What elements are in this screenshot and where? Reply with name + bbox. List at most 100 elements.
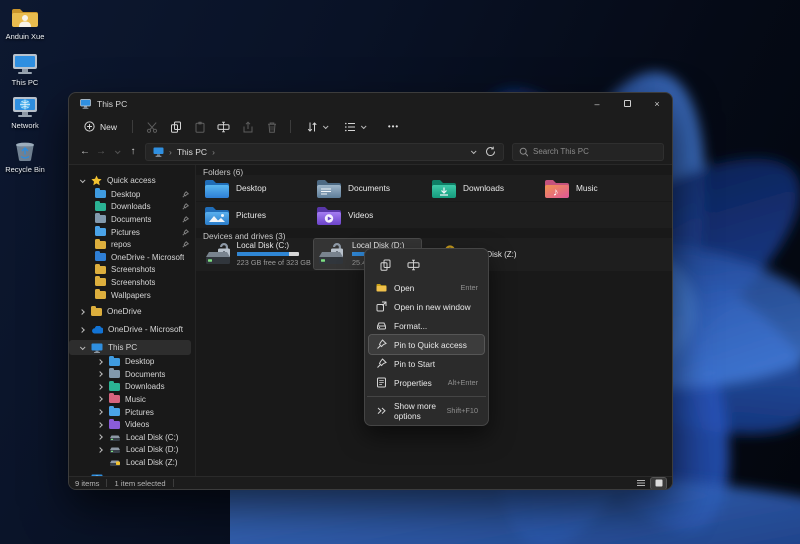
menu-item-show-more-options[interactable]: Show more options Shift+F10 xyxy=(369,401,484,421)
chevron-collapsed-icon[interactable] xyxy=(96,446,103,453)
minimize-button[interactable]: – xyxy=(582,93,612,114)
maximize-button[interactable] xyxy=(612,93,642,114)
menu-item-format[interactable]: Format... xyxy=(369,316,484,335)
folder-tile-desktop[interactable]: Desktop xyxy=(204,176,310,200)
capacity-bar-fill xyxy=(236,252,290,256)
breadcrumb[interactable]: › This PC › xyxy=(145,142,504,161)
sidebar-item-thispc-downloads[interactable]: Downloads xyxy=(69,380,195,394)
sort-button[interactable] xyxy=(299,117,334,136)
chevron-collapsed-icon[interactable] xyxy=(96,358,103,365)
menu-item-pin-to-quick-access[interactable]: Pin to Quick access xyxy=(368,334,485,355)
user-folder-icon xyxy=(12,9,38,27)
drive-icon xyxy=(110,435,120,441)
sidebar-item-onedrive-microsoft-folder[interactable]: OneDrive - Microsoft xyxy=(69,251,195,264)
share-button[interactable] xyxy=(237,117,258,136)
sidebar-item-wallpapers[interactable]: Wallpapers xyxy=(69,289,195,302)
sidebar-item-screenshots-2[interactable]: Screenshots xyxy=(69,276,195,289)
chevron-expanded-icon[interactable] xyxy=(79,176,86,183)
sidebar-item-onedrive-microsoft[interactable]: OneDrive - Microsoft xyxy=(69,322,195,337)
copy-button[interactable] xyxy=(165,117,186,136)
chevron-collapsed-icon[interactable] xyxy=(96,421,103,428)
details-view-button[interactable] xyxy=(633,478,648,489)
sidebar-item-this-pc[interactable]: This PC xyxy=(69,340,191,356)
sidebar-item-thispc-documents[interactable]: Documents xyxy=(69,368,195,381)
menu-separator xyxy=(367,396,486,397)
pushpin-icon xyxy=(376,358,387,368)
recent-locations-button[interactable] xyxy=(109,144,125,160)
drive-tile-c[interactable]: Local Disk (C:) 223 GB free of 323 GB xyxy=(201,239,311,269)
sidebar-item-onedrive[interactable]: OneDrive xyxy=(69,304,195,319)
sidebar-item-local-disk-z[interactable]: Local Disk (Z:) xyxy=(69,456,195,469)
sidebar-item-local-disk-c[interactable]: Local Disk (C:) xyxy=(69,431,195,444)
desktop-icon-this-pc[interactable]: This PC xyxy=(2,52,48,87)
copy-button[interactable] xyxy=(375,256,395,273)
paste-button[interactable] xyxy=(189,117,210,136)
desktop-icon-user-folder[interactable]: Anduin Xue xyxy=(2,6,48,41)
sidebar-item-thispc-videos[interactable]: Videos xyxy=(69,418,195,431)
drive-label: Local Disk (C:) xyxy=(236,241,290,250)
folder-tile-music[interactable]: ♪ Music xyxy=(544,176,650,200)
delete-button[interactable] xyxy=(261,117,282,136)
folder-icon xyxy=(109,368,120,379)
large-icons-view-button[interactable] xyxy=(650,476,667,489)
chevron-collapsed-icon[interactable] xyxy=(96,409,103,415)
new-button[interactable]: New xyxy=(77,117,124,136)
menu-item-properties[interactable]: Properties Alt+Enter xyxy=(369,373,484,392)
status-divider xyxy=(172,479,174,487)
chevron-collapsed-icon[interactable] xyxy=(78,327,85,333)
desktop-icon-network[interactable]: Network xyxy=(2,95,48,130)
chevron-collapsed-icon[interactable] xyxy=(96,434,103,441)
desktop-icon-label: Network xyxy=(11,121,39,130)
desktop-icon-recycle-bin[interactable]: Recycle Bin xyxy=(2,139,48,174)
folder-tile-videos[interactable]: Videos xyxy=(316,203,422,227)
chevron-collapsed-icon[interactable] xyxy=(96,371,103,378)
sidebar-item-documents[interactable]: Documents xyxy=(69,213,195,226)
sidebar-item-local-disk-d[interactable]: Local Disk (D:) xyxy=(69,444,195,457)
chevron-expanded-icon[interactable] xyxy=(79,344,86,350)
close-button[interactable]: × xyxy=(642,93,672,114)
folder-tile-documents[interactable]: Documents xyxy=(316,176,422,200)
sidebar-item-thispc-pictures[interactable]: Pictures xyxy=(69,406,195,419)
folder-icon xyxy=(109,355,120,366)
menu-item-open[interactable]: Open Enter xyxy=(369,278,484,297)
menu-item-open-in-new-window[interactable]: Open in new window xyxy=(369,297,484,316)
desktop-icon-label: Recycle Bin xyxy=(5,165,45,174)
search-box[interactable] xyxy=(512,142,664,161)
folder-icon xyxy=(95,238,106,249)
chevron-collapsed-icon[interactable] xyxy=(96,383,103,390)
new-button-label: New xyxy=(100,121,118,132)
rename-button[interactable] xyxy=(403,256,423,273)
view-button[interactable] xyxy=(337,117,372,136)
cut-button[interactable] xyxy=(141,117,162,136)
large-icons-view-icon xyxy=(655,479,662,487)
refresh-icon[interactable] xyxy=(485,146,496,157)
menu-item-pin-to-start[interactable]: Pin to Start xyxy=(369,354,484,373)
up-icon: ↑ xyxy=(130,146,136,157)
pictures-folder-icon xyxy=(205,206,229,225)
sidebar-item-pictures[interactable]: Pictures xyxy=(69,226,195,239)
sidebar-item-screenshots[interactable]: Screenshots xyxy=(69,263,195,277)
drive-locked-icon xyxy=(110,460,120,466)
sidebar-item-desktop[interactable]: Desktop xyxy=(69,188,195,201)
sidebar-item-repos[interactable]: repos xyxy=(69,238,195,251)
rename-icon xyxy=(407,259,419,270)
folder-tile-downloads[interactable]: Downloads xyxy=(431,176,537,200)
chevron-collapsed-icon[interactable] xyxy=(78,309,85,315)
sidebar-item-thispc-music[interactable]: Music xyxy=(69,393,195,406)
forward-button[interactable]: → xyxy=(93,144,109,160)
paste-icon xyxy=(195,121,205,133)
rename-button[interactable] xyxy=(213,117,234,136)
open-new-window-icon xyxy=(376,301,386,312)
folder-tile-pictures[interactable]: Pictures xyxy=(204,203,310,227)
address-dropdown-icon[interactable] xyxy=(470,147,477,154)
breadcrumb-item[interactable]: This PC xyxy=(177,147,207,157)
sidebar-item-thispc-desktop[interactable]: Desktop xyxy=(69,355,195,368)
show-more-icon xyxy=(377,407,386,414)
chevron-collapsed-icon[interactable] xyxy=(96,396,103,403)
more-options-button[interactable]: ••• xyxy=(383,117,404,136)
search-input[interactable] xyxy=(532,147,657,156)
up-button[interactable]: ↑ xyxy=(125,144,141,160)
sidebar-item-quick-access[interactable]: Quick access xyxy=(69,173,195,188)
sidebar-item-downloads[interactable]: Downloads xyxy=(69,200,195,214)
back-button[interactable]: ← xyxy=(77,144,93,160)
